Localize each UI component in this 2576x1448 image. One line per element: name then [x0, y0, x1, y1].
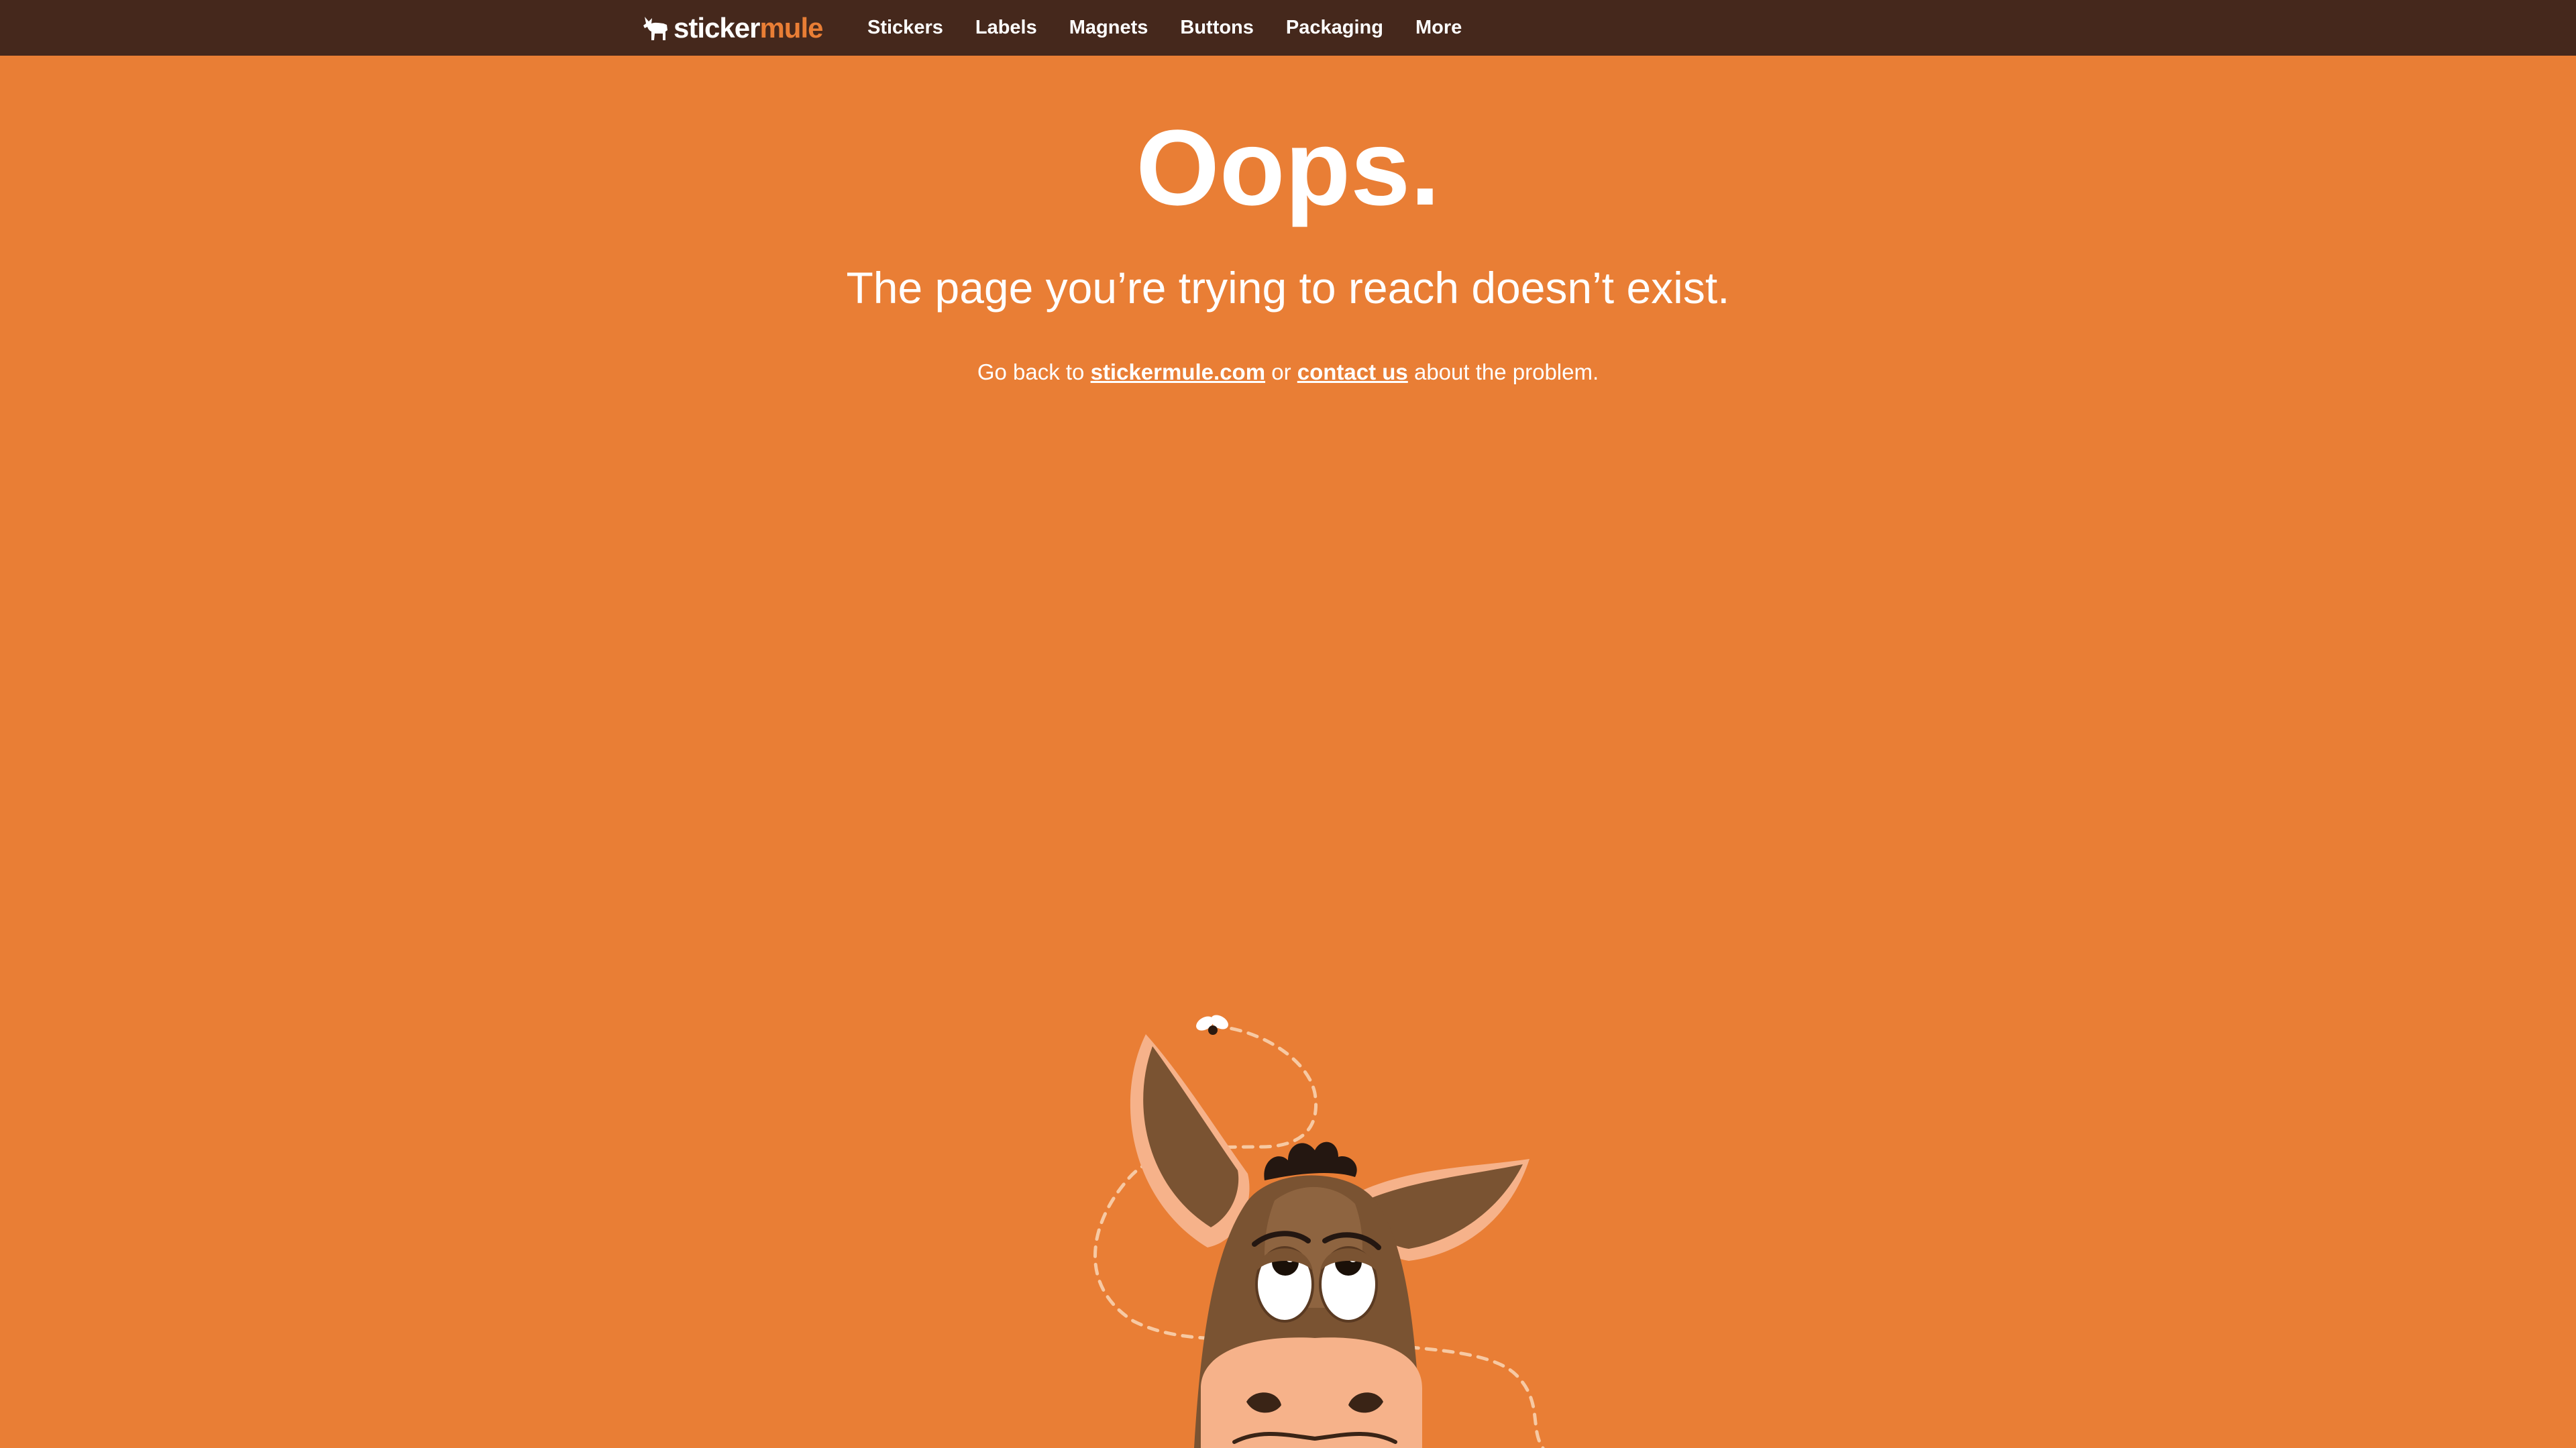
help-suffix: about the problem.: [1407, 359, 1599, 384]
left-ear: [1130, 1034, 1250, 1247]
mule-silhouette-icon: [643, 17, 667, 40]
logo-wordmark-sticker: sticker: [674, 12, 760, 44]
main-nav: Stickers Labels Magnets Buttons Packagin…: [867, 0, 1494, 56]
hair-tuft: [1264, 1141, 1357, 1180]
logo-wordmark-mule: mule: [759, 12, 823, 44]
nav-item-magnets[interactable]: Magnets: [1069, 17, 1148, 39]
help-text: Go back to stickermule.com or contact us…: [0, 361, 2576, 383]
home-link[interactable]: stickermule.com: [1091, 359, 1265, 384]
fly-icon: [1196, 1015, 1228, 1035]
stickermule-logo-link[interactable]: stickermule: [643, 9, 823, 47]
error-subhead: The page you’re trying to reach doesn’t …: [846, 263, 1730, 313]
mule-muzzle: [1201, 1337, 1422, 1448]
nav-item-buttons[interactable]: Buttons: [1180, 17, 1254, 39]
top-navigation-bar: stickermule Stickers Labels Magnets Butt…: [0, 0, 2576, 56]
contact-link[interactable]: contact us: [1297, 359, 1408, 384]
mule-with-fly-illustration: [1093, 1015, 1545, 1448]
nav-item-packaging[interactable]: Packaging: [1286, 17, 1383, 39]
nav-item-stickers[interactable]: Stickers: [867, 17, 943, 39]
error-headline: Oops.: [1136, 107, 1440, 227]
help-middle: or: [1265, 359, 1297, 384]
nav-item-more[interactable]: More: [1415, 17, 1462, 39]
nav-item-labels[interactable]: Labels: [975, 17, 1037, 39]
help-prefix: Go back to: [977, 359, 1091, 384]
